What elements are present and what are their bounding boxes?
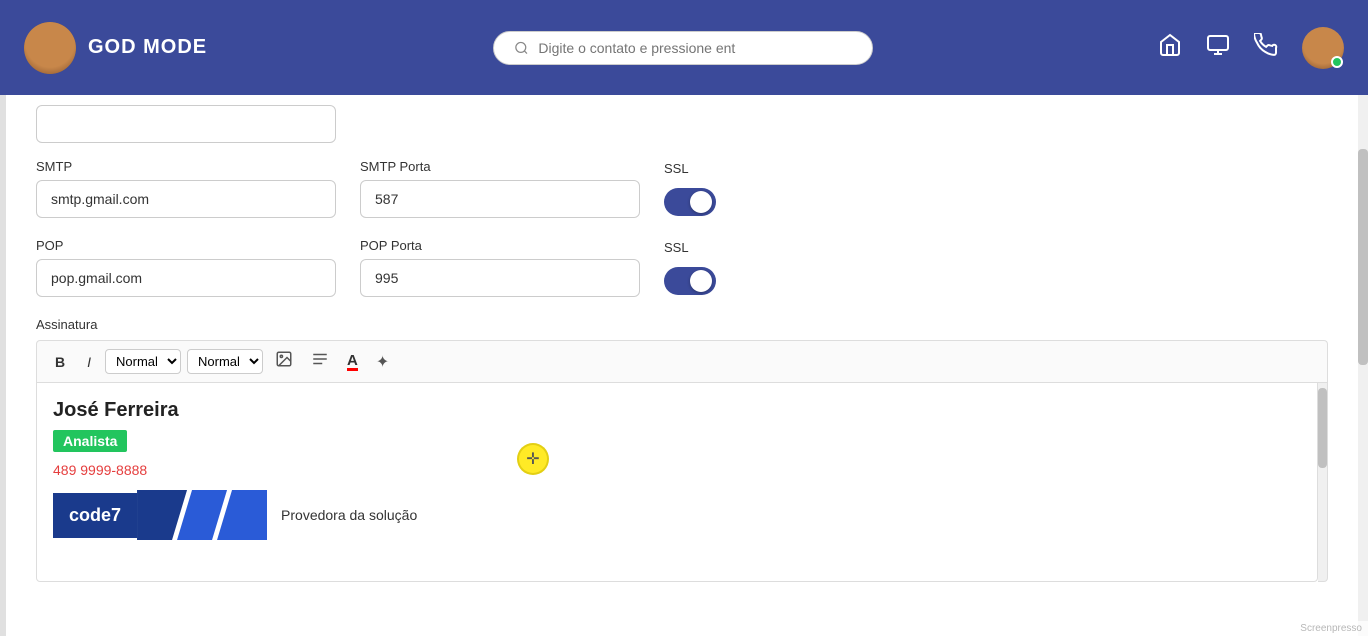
smtp-input[interactable] [36, 180, 336, 218]
avatar-face [24, 22, 76, 74]
header-search-container [223, 31, 1142, 65]
pop-porta-label: POP Porta [360, 238, 640, 253]
smtp-field-group: SMTP [36, 159, 336, 218]
sig-logo-text: code7 [69, 505, 121, 526]
ssl-group-1: SSL [664, 159, 716, 216]
assinatura-label: Assinatura [36, 317, 1328, 332]
ssl-toggle-knob-2 [690, 270, 712, 292]
ssl-group-2: SSL [664, 238, 716, 295]
ssl-label-2: SSL [664, 240, 689, 255]
text-color-icon: A [347, 353, 358, 371]
smtp-label: SMTP [36, 159, 336, 174]
signature-section: Assinatura B I Normal Normal A [36, 317, 1328, 582]
sig-logo-area: code7 Provedora da solução [53, 490, 1297, 540]
online-status-dot [1331, 56, 1343, 68]
signature-toolbar: B I Normal Normal A ✦ [36, 340, 1328, 382]
italic-button[interactable]: I [79, 351, 99, 373]
smtp-porta-label: SMTP Porta [360, 159, 640, 174]
search-icon [514, 40, 529, 56]
bold-button[interactable]: B [47, 351, 73, 373]
phone-icon[interactable] [1254, 33, 1278, 63]
sig-role-text: Analista [53, 430, 127, 452]
partial-input[interactable] [36, 105, 336, 143]
ssl-toggle-1[interactable] [664, 188, 716, 216]
smtp-row: SMTP SMTP Porta SSL [36, 159, 1328, 218]
sig-logo-shapes [137, 490, 267, 540]
align-button[interactable] [305, 347, 335, 376]
signature-editor[interactable]: José Ferreira Analista 489 9999-8888 cod… [36, 382, 1318, 582]
sig-phone: 489 9999-8888 [53, 462, 1297, 478]
ssl-label-1: SSL [664, 161, 689, 176]
sig-name: José Ferreira [53, 399, 1297, 422]
paragraph-style-select[interactable]: Normal [105, 349, 181, 374]
editor-scrollbar[interactable] [1318, 382, 1328, 582]
page-scrollbar[interactable] [1358, 95, 1368, 636]
content-area: SMTP SMTP Porta SSL POP POP Porta [6, 95, 1358, 636]
top-partial-field [36, 105, 1328, 143]
sig-role-badge: Analista [53, 430, 1297, 462]
app-header: GOD MODE [0, 0, 1368, 95]
editor-scrollbar-thumb [1318, 388, 1327, 468]
pop-label: POP [36, 238, 336, 253]
pop-row: POP POP Porta SSL [36, 238, 1328, 297]
ssl-toggle-2[interactable] [664, 267, 716, 295]
app-logo-avatar [24, 22, 76, 74]
sig-provider: Provedora da solução [267, 507, 431, 523]
app-title: GOD MODE [88, 36, 207, 59]
search-box[interactable] [493, 31, 873, 65]
sig-logo-blue: code7 [53, 493, 137, 538]
watermark: Screenpresso [1294, 621, 1368, 636]
smtp-porta-field-group: SMTP Porta [360, 159, 640, 218]
smtp-porta-input[interactable] [360, 180, 640, 218]
pop-field-group: POP [36, 238, 336, 297]
main-container: SMTP SMTP Porta SSL POP POP Porta [0, 95, 1368, 636]
font-size-select[interactable]: Normal [187, 349, 263, 374]
home-icon[interactable] [1158, 33, 1182, 63]
header-logo: GOD MODE [24, 22, 207, 74]
page-scrollbar-thumb [1358, 149, 1368, 365]
search-input[interactable] [538, 40, 851, 56]
pop-porta-field-group: POP Porta [360, 238, 640, 297]
contacts-icon[interactable] [1206, 33, 1230, 63]
insert-image-button[interactable] [269, 347, 299, 376]
magic-button[interactable]: ✦ [370, 349, 395, 375]
user-avatar[interactable] [1302, 27, 1344, 69]
text-color-button[interactable]: A [341, 349, 364, 374]
header-icons [1158, 27, 1344, 69]
ssl-toggle-knob-1 [690, 191, 712, 213]
editor-wrapper: José Ferreira Analista 489 9999-8888 cod… [36, 382, 1328, 582]
pop-input[interactable] [36, 259, 336, 297]
pop-porta-input[interactable] [360, 259, 640, 297]
